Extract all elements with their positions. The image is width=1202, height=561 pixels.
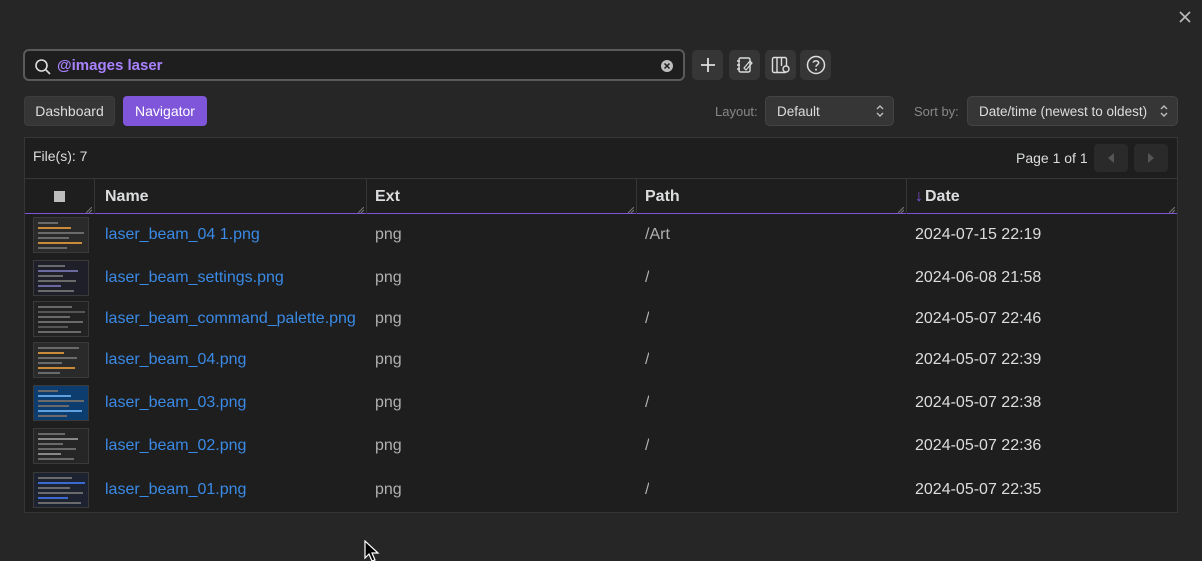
notebook-edit-icon [736, 57, 753, 73]
column-header-name[interactable]: Name [95, 179, 367, 214]
sort-value: Date/time (newest to oldest) [979, 103, 1148, 119]
file-path: / [645, 351, 650, 368]
plus-icon [700, 58, 715, 72]
dashboard-button[interactable]: Dashboard [24, 96, 115, 126]
file-ext: png [375, 351, 402, 368]
file-name-link[interactable]: laser_beam_settings.png [105, 269, 357, 287]
layout-label: Layout: [715, 104, 758, 119]
page-indicator: Page 1 of 1 [1016, 150, 1088, 166]
search-box[interactable] [23, 49, 685, 81]
column-header-date[interactable]: ↓ Date [907, 179, 1177, 214]
table-row[interactable]: laser_beam_04.png png / 2024-05-07 22:39 [25, 339, 1177, 382]
file-ext: png [375, 269, 402, 286]
close-icon [1179, 11, 1191, 23]
file-name-link[interactable]: laser_beam_command_palette.png [105, 310, 357, 328]
search-icon [35, 59, 51, 75]
table-row[interactable]: laser_beam_02.png png / 2024-05-07 22:36 [25, 425, 1177, 468]
image-thumbnail[interactable] [33, 428, 89, 464]
image-thumbnail[interactable] [33, 260, 89, 296]
help-button[interactable] [800, 50, 831, 80]
image-thumbnail[interactable] [33, 301, 89, 337]
prev-page-button[interactable] [1094, 144, 1128, 172]
table-row[interactable]: laser_beam_04 1.png png/Art 2024-07-15 22:… [25, 214, 1177, 257]
add-button[interactable] [692, 50, 723, 80]
file-path: / [645, 437, 650, 454]
next-page-button[interactable] [1134, 144, 1168, 172]
file-ext: png [375, 394, 402, 411]
file-date: 2024-07-15 22:19 [915, 226, 1042, 243]
sort-arrow-down-icon: ↓ [915, 187, 923, 205]
file-ext: png [375, 437, 402, 454]
file-path: / [645, 269, 650, 286]
file-name-link[interactable]: laser_beam_04 1.png [105, 226, 357, 244]
file-date: 2024-05-07 22:46 [915, 310, 1042, 327]
image-thumbnail[interactable] [33, 217, 89, 253]
file-ext: png [375, 310, 402, 327]
table-row[interactable]: laser_beam_01.png png / 2024-05-07 22:35 [25, 469, 1177, 512]
file-name-link[interactable]: laser_beam_02.png [105, 437, 357, 455]
column-date-label: Date [925, 187, 960, 205]
chevron-updown-icon [876, 105, 884, 117]
triangle-right-icon [1148, 153, 1154, 163]
file-path: / [645, 394, 650, 411]
file-path: / [645, 481, 650, 498]
table-row[interactable]: laser_beam_settings.png png / 2024-06-08 21… [25, 257, 1177, 300]
search-input[interactable] [57, 51, 647, 79]
file-ext: png [375, 226, 402, 243]
image-thumbnail[interactable] [33, 472, 89, 508]
checkbox-square-icon [54, 191, 65, 202]
layout-settings-icon [771, 56, 790, 74]
table-row[interactable]: laser_beam_03.png png / 2024-05-07 22:38 [25, 382, 1177, 425]
file-path: /Art [645, 226, 670, 243]
file-name-link[interactable]: laser_beam_03.png [105, 394, 357, 412]
triangle-left-icon [1108, 153, 1114, 163]
file-date: 2024-05-07 22:39 [915, 351, 1042, 368]
resize-grip-icon[interactable] [898, 207, 904, 213]
column-header-ext[interactable]: Ext [367, 179, 637, 214]
image-thumbnail[interactable] [33, 342, 89, 378]
file-ext: png [375, 481, 402, 498]
resize-grip-icon[interactable] [1169, 207, 1175, 213]
clear-search-icon[interactable] [660, 59, 674, 73]
layout-settings-button[interactable] [765, 50, 796, 80]
chevron-updown-icon [1160, 105, 1168, 117]
column-path-label: Path [645, 187, 680, 205]
column-name-label: Name [105, 187, 149, 205]
file-path: / [645, 310, 650, 327]
close-button[interactable] [1174, 6, 1196, 28]
file-date: 2024-05-07 22:38 [915, 394, 1042, 411]
resize-grip-icon[interactable] [358, 207, 364, 213]
image-thumbnail[interactable] [33, 385, 89, 421]
sort-label: Sort by: [914, 104, 959, 119]
file-name-link[interactable]: laser_beam_01.png [105, 481, 357, 499]
mouse-cursor-icon [364, 540, 380, 561]
table-header: Name Ext Path ↓ Date [25, 178, 1177, 214]
table-row[interactable]: laser_beam_command_palette.png png / 2024-0… [25, 298, 1177, 341]
notebook-edit-button[interactable] [729, 50, 760, 80]
file-date: 2024-05-07 22:36 [915, 437, 1042, 454]
resize-grip-icon[interactable] [628, 207, 634, 213]
layout-value: Default [777, 103, 820, 119]
layout-select[interactable]: Default [765, 96, 894, 126]
files-count: File(s): 7 [33, 148, 88, 164]
results-panel: File(s): 7 Page 1 of 1 Name Ext Path ↓ D… [24, 137, 1178, 513]
column-ext-label: Ext [375, 187, 400, 205]
file-name-link[interactable]: laser_beam_04.png [105, 351, 357, 369]
resize-grip-icon[interactable] [86, 207, 92, 213]
help-icon [806, 55, 825, 75]
file-date: 2024-05-07 22:35 [915, 481, 1042, 498]
select-all-checkbox[interactable] [25, 179, 95, 214]
navigator-button[interactable]: Navigator [123, 96, 207, 126]
sort-select[interactable]: Date/time (newest to oldest) [967, 96, 1178, 126]
file-date: 2024-06-08 21:58 [915, 269, 1042, 286]
column-header-path[interactable]: Path [637, 179, 907, 214]
